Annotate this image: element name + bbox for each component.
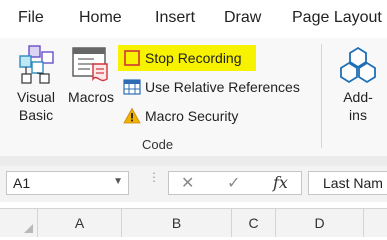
tab-page-layout[interactable]: Page Layout — [292, 9, 382, 27]
formula-buttons: ✕ ✓ fx — [168, 171, 302, 195]
column-header-c[interactable]: C — [231, 209, 275, 237]
macros-button[interactable]: Macros — [64, 42, 118, 106]
stop-recording-label: Stop Recording — [145, 50, 242, 66]
group-separator — [321, 44, 322, 148]
enter-icon[interactable]: ✓ — [227, 173, 240, 193]
column-header-b[interactable]: B — [121, 209, 231, 237]
grid-icon — [122, 77, 142, 97]
tab-draw[interactable]: Draw — [224, 9, 261, 27]
visual-basic-icon — [12, 42, 60, 88]
addins-icon — [336, 42, 380, 88]
use-relative-references-label: Use Relative References — [145, 79, 300, 95]
stop-recording-icon — [122, 48, 142, 68]
macros-label: Macros — [68, 89, 114, 105]
group-label-code: Code — [142, 137, 174, 152]
column-header-e[interactable] — [363, 209, 387, 237]
tab-insert[interactable]: Insert — [155, 9, 195, 27]
addins-label-line1: Add- — [343, 89, 373, 105]
column-header-d[interactable]: D — [275, 209, 363, 237]
visual-basic-label-line2: Basic — [18, 107, 54, 123]
macro-security-button[interactable]: Macro Security — [122, 105, 238, 127]
chevron-down-icon[interactable]: ▼ — [113, 176, 123, 187]
name-box-value: A1 — [13, 175, 31, 191]
ribbon-divider — [0, 156, 387, 166]
formula-bar: A1 ▼ ⋮ ✕ ✓ fx Last Nam — [0, 166, 387, 202]
stop-recording-button[interactable]: Stop Recording — [118, 45, 256, 71]
formula-input[interactable]: Last Nam — [308, 171, 387, 195]
cancel-icon[interactable]: ✕ — [181, 173, 194, 193]
ribbon-panel: Visual Basic Macros Stop Recording Use R… — [0, 38, 387, 156]
macro-security-label: Macro Security — [145, 108, 239, 124]
use-relative-references-button[interactable]: Use Relative References — [122, 76, 300, 98]
column-headers: A B C D — [0, 208, 387, 237]
column-header-a[interactable]: A — [37, 209, 121, 237]
ribbon-tabs: File Home Insert Draw Page Layout — [0, 0, 387, 38]
warning-icon — [122, 106, 142, 126]
tab-home[interactable]: Home — [79, 9, 122, 27]
visual-basic-button[interactable]: Visual Basic — [12, 42, 60, 124]
tab-file[interactable]: File — [18, 9, 44, 27]
visual-basic-label-line1: Visual — [17, 89, 55, 105]
name-box[interactable]: A1 ▼ — [6, 171, 129, 195]
select-all-icon — [24, 224, 33, 233]
addins-button[interactable]: Add- ins — [336, 42, 380, 124]
addins-label-line2: ins — [349, 107, 367, 123]
drag-handle-icon[interactable]: ⋮ — [148, 171, 160, 183]
macros-icon — [64, 42, 118, 88]
insert-function-icon[interactable]: fx — [273, 173, 288, 192]
select-all-corner[interactable] — [0, 209, 37, 237]
formula-input-value: Last Nam — [323, 175, 383, 191]
